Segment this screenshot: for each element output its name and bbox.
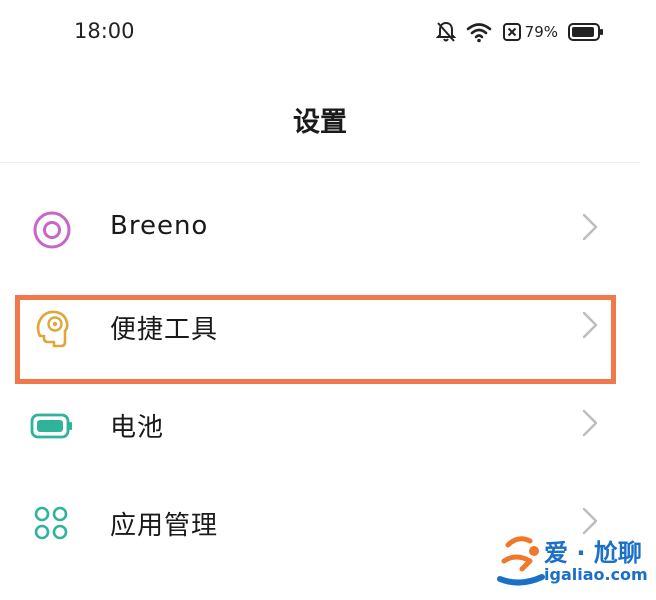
header: 设置 <box>0 64 640 163</box>
watermark-logo-icon <box>496 531 548 591</box>
watermark-url: igaliao.com <box>544 565 648 584</box>
status-icons: 79% <box>435 18 604 46</box>
battery-settings-icon <box>30 404 74 448</box>
bell-off-icon <box>435 21 456 43</box>
settings-item-label: 应用管理 <box>110 511 219 541</box>
settings-item-battery[interactable]: 电池 <box>0 376 640 474</box>
chevron-right-icon <box>578 408 602 438</box>
page-title: 设置 <box>293 107 347 138</box>
status-time: 18:00 <box>74 19 135 43</box>
settings-item-label: 电池 <box>110 413 165 443</box>
status-bar: 18:00 79% <box>0 0 656 64</box>
highlight-box <box>15 295 616 384</box>
breeno-icon <box>30 208 74 252</box>
battery-icon <box>568 22 604 42</box>
sim-blocked-icon: 79% <box>502 22 558 42</box>
settings-item-breeno[interactable]: Breeno <box>0 180 640 278</box>
battery-percent: 79% <box>524 23 558 41</box>
watermark: 爱 · 尬聊 igaliao.com <box>496 531 656 593</box>
settings-item-label: Breeno <box>110 211 209 241</box>
watermark-title: 爱 · 尬聊 <box>544 539 642 567</box>
app-management-icon <box>30 502 74 546</box>
chevron-right-icon <box>578 212 602 242</box>
wifi-icon <box>466 21 492 43</box>
